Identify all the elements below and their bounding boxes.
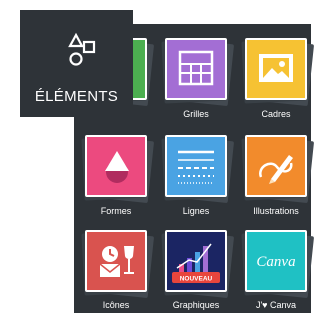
tile-label-jaime-canva: J'♥ Canva [255, 300, 297, 310]
tile-graphiques[interactable]: NOUVEAU [161, 229, 235, 299]
shapes-icon [105, 151, 129, 183]
grid-icon [178, 50, 214, 86]
tile-lignes[interactable] [161, 134, 235, 204]
tile-label-illustrations: Illustrations [253, 206, 299, 216]
tile-label-graphiques: Graphiques [172, 300, 220, 310]
tile-label-icones: Icônes [102, 300, 130, 310]
pencil-icon [259, 155, 293, 184]
tile-jaime-canva[interactable]: Canva [241, 229, 315, 299]
tile-illustrations[interactable] [241, 134, 315, 204]
tile-icones[interactable] [81, 229, 155, 299]
icons-icon [99, 246, 134, 277]
tile-label-lignes: Lignes [182, 206, 210, 216]
nouveau-badge: NOUVEAU [180, 276, 213, 283]
chart-icon: NOUVEAU [172, 243, 220, 283]
shapes-nav-icon [68, 32, 96, 66]
nav-tab-elements[interactable]: ÉLÉMENTS [20, 10, 133, 117]
nav-label-elements: ÉLÉMENTS [34, 88, 119, 105]
tile-grilles[interactable] [161, 37, 235, 107]
canva-logo: Canva [256, 254, 295, 270]
lines-icon [178, 150, 214, 184]
tile-label-grilles: Grilles [183, 109, 209, 119]
tile-label-formes: Formes [100, 206, 132, 216]
tile-label-cadres: Cadres [261, 109, 291, 119]
frame-icon [259, 54, 293, 82]
tile-cadres[interactable] [241, 37, 315, 107]
tile-formes[interactable] [81, 134, 155, 204]
svg-text:Canva: Canva [256, 254, 295, 270]
